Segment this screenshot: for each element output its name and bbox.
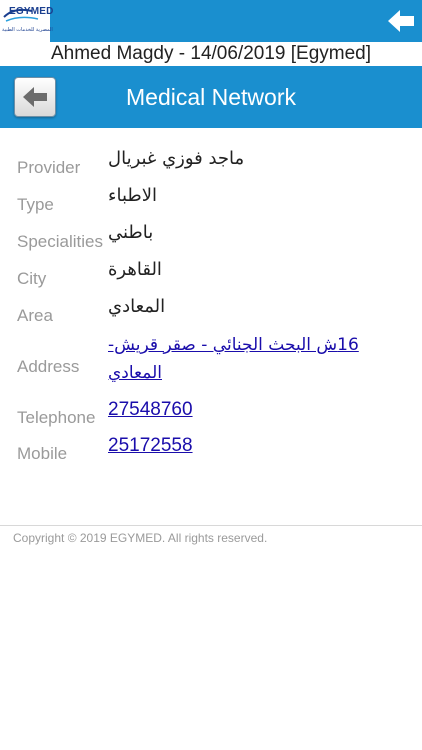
- back-arrow-icon: [23, 87, 47, 107]
- top-bar: EGYMED المصرية للخدمات الطبية: [0, 0, 422, 42]
- telephone-label: Telephone: [17, 408, 96, 427]
- provider-label: Provider: [17, 158, 81, 177]
- mobile-link[interactable]: 25172558: [108, 433, 408, 459]
- page-title: Medical Network: [126, 84, 296, 110]
- user-info-line: Ahmed Magdy - 14/06/2019 [Egymed]: [50, 43, 372, 64]
- page-header: Medical Network: [0, 66, 422, 128]
- area-value: المعادي: [108, 296, 166, 317]
- back-button[interactable]: [14, 77, 56, 117]
- logo-text: EGYMED: [9, 6, 54, 17]
- provider-value: ماجد فوزي غبريال: [108, 148, 245, 169]
- footer-divider: [0, 525, 422, 526]
- type-value: الاطباء: [108, 185, 157, 206]
- city-label: City: [17, 269, 47, 288]
- logo-subtitle: المصرية للخدمات الطبية: [2, 27, 53, 33]
- specialities-value: باطني: [108, 222, 154, 243]
- address-link[interactable]: 16ش البحث الجنائي - صقر قريش-المعادي: [108, 331, 406, 387]
- area-label: Area: [17, 306, 53, 325]
- type-label: Type: [17, 195, 54, 214]
- telephone-link[interactable]: 27548760: [108, 397, 408, 423]
- mobile-label: Mobile: [17, 444, 68, 463]
- city-value: القاهرة: [108, 259, 162, 280]
- specialities-label: Specialities: [17, 232, 103, 251]
- egymed-logo: EGYMED المصرية للخدمات الطبية: [0, 0, 53, 42]
- footer-copyright: Copyright © 2019 EGYMED. All rights rese…: [13, 531, 268, 545]
- back-arrow-icon[interactable]: [386, 8, 416, 34]
- address-label: Address: [17, 357, 80, 376]
